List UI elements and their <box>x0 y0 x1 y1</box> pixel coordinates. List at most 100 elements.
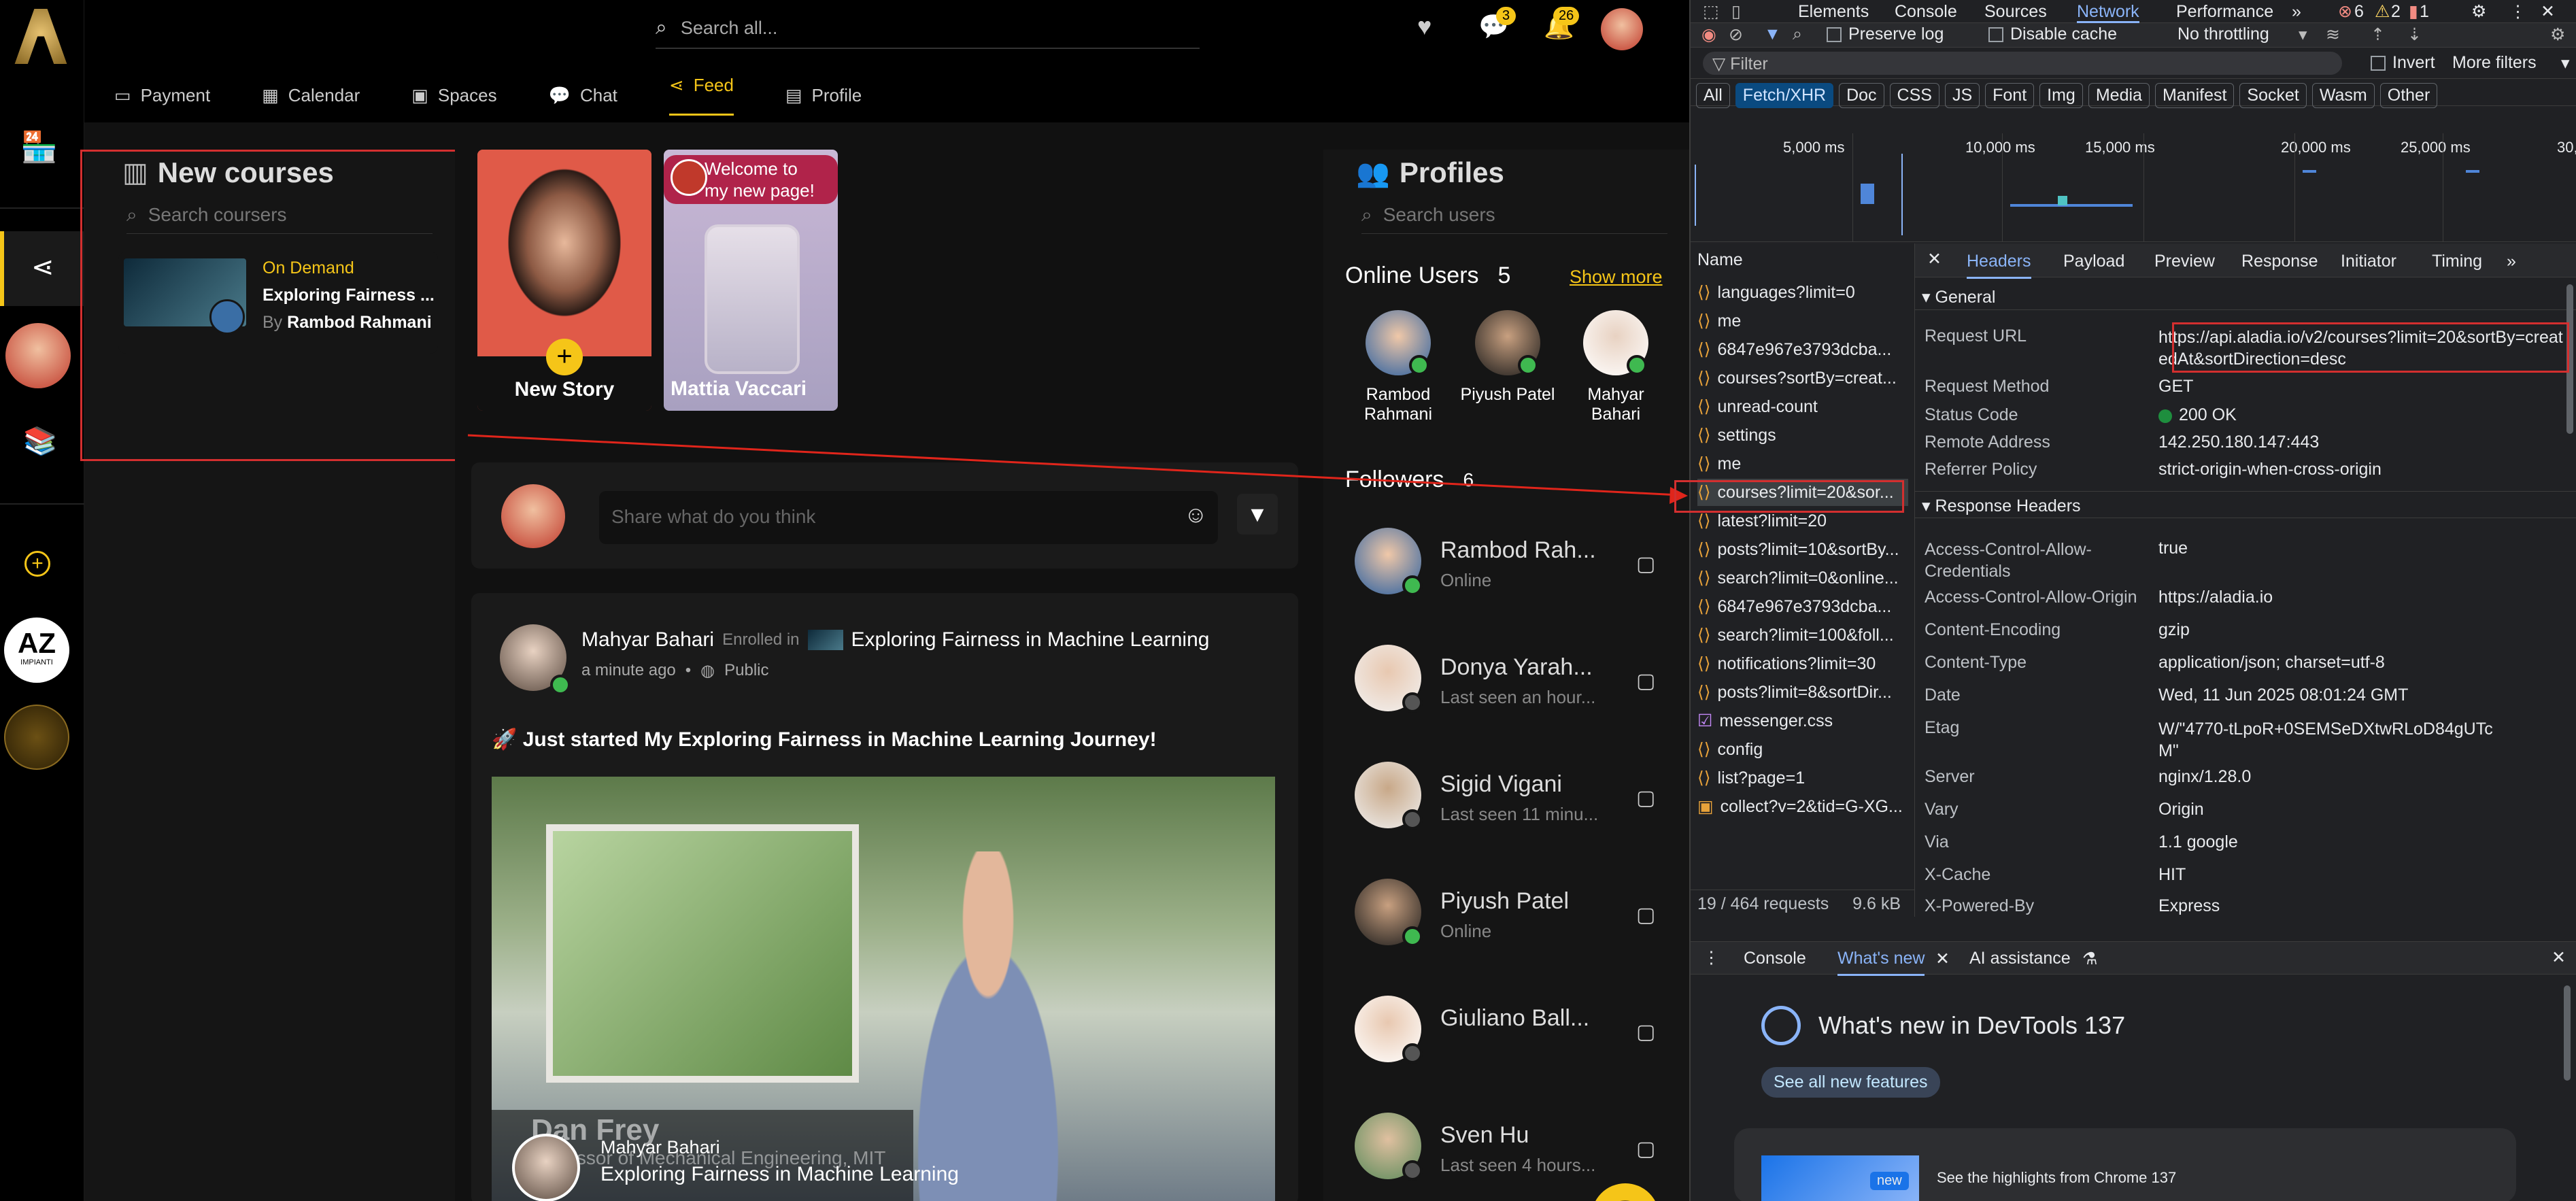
type-other[interactable]: Other <box>2379 83 2438 108</box>
image-icon: ▣ <box>1697 797 1714 816</box>
info-icon[interactable]: ▮ <box>2409 0 2418 23</box>
warning-count: 2 <box>2391 2 2401 21</box>
request-row[interactable]: ⟨⟩ languages?limit=0 <box>1697 279 1908 306</box>
request-row[interactable]: ⟨⟩ posts?limit=8&sortDir... <box>1697 679 1908 706</box>
close-detail-icon[interactable]: ✕ <box>1927 249 1942 269</box>
detail-tab-preview[interactable]: Preview <box>2154 252 2215 271</box>
network-settings-icon[interactable]: ⚙ <box>2550 24 2565 45</box>
more-tabs-icon[interactable]: » <box>2292 0 2301 23</box>
request-row[interactable]: ⟨⟩ search?limit=0&online... <box>1697 564 1908 592</box>
request-row[interactable]: ⟨⟩ me <box>1697 307 1908 335</box>
type-all[interactable]: All <box>1696 83 1730 108</box>
request-row[interactable]: ⟨⟩ settings <box>1697 422 1908 449</box>
drawer-scrollbar[interactable] <box>2564 985 2571 1081</box>
clear-icon[interactable]: ⊘ <box>1729 24 1743 45</box>
filter-input[interactable]: ▽ Filter <box>1703 52 2342 75</box>
settings-gear-icon[interactable]: ⚙ <box>2471 0 2486 23</box>
detail-tab-timing[interactable]: Timing <box>2432 252 2482 271</box>
drawer-menu-icon[interactable]: ⋮ <box>1703 947 1720 968</box>
type-socket[interactable]: Socket <box>2239 83 2307 108</box>
export-icon[interactable]: ⇣ <box>2407 24 2422 45</box>
wifi-icon[interactable]: ≋ <box>2326 24 2340 45</box>
type-media[interactable]: Media <box>2088 83 2150 108</box>
inspect-icon[interactable]: ⬚ <box>1703 1 1719 22</box>
request-name: messenger.css <box>1719 711 1833 730</box>
response-headers-section-header[interactable]: ▾ Response Headers <box>1915 491 2576 518</box>
request-name: me <box>1717 311 1742 331</box>
type-fetch-xhr[interactable]: Fetch/XHR <box>1735 83 1834 108</box>
type-wasm[interactable]: Wasm <box>2311 83 2375 108</box>
type-doc[interactable]: Doc <box>1839 83 1884 108</box>
whats-new-title: What's new in DevTools 137 <box>1818 1011 2126 1039</box>
request-row[interactable]: ⟨⟩ list?page=1 <box>1697 764 1908 792</box>
request-row[interactable]: ☑ messenger.css <box>1697 707 1908 734</box>
detail-tabbar: ✕ Headers Payload Preview Response Initi… <box>1915 243 2576 279</box>
status-dot-icon <box>2158 409 2172 423</box>
detail-tab-payload[interactable]: Payload <box>2063 252 2124 271</box>
more-tabs-icon[interactable]: » <box>2507 252 2516 271</box>
request-row[interactable]: ⟨⟩ unread-count <box>1697 393 1908 420</box>
requests-count: 19 / 464 requests <box>1697 894 1829 913</box>
disable-cache-checkbox[interactable] <box>1988 27 2003 42</box>
type-js[interactable]: JS <box>1944 83 1980 108</box>
devtools-tab-performance[interactable]: Performance <box>2176 0 2273 23</box>
invert-checkbox[interactable] <box>2371 56 2386 71</box>
header-value: HIT <box>2158 865 2186 884</box>
see-all-features-button[interactable]: See all new features <box>1761 1067 1940 1098</box>
preserve-log-checkbox[interactable] <box>1827 27 1842 42</box>
request-row[interactable]: ⟨⟩ notifications?limit=30 <box>1697 650 1908 677</box>
request-row[interactable]: ⟨⟩ me <box>1697 450 1908 477</box>
type-font[interactable]: Font <box>1985 83 2035 108</box>
header-name: Etag <box>1925 718 1960 737</box>
drawer-tab-ai-assistance[interactable]: AI assistance <box>1969 949 2071 968</box>
timeline-gridline <box>1852 133 1853 242</box>
error-icon[interactable]: ⊗ <box>2338 0 2352 23</box>
drawer-tab-console[interactable]: Console <box>1744 949 1806 968</box>
request-name: settings <box>1717 426 1776 445</box>
record-icon[interactable]: ◉ <box>1701 24 1716 45</box>
close-devtools-icon[interactable]: ✕ <box>2541 0 2555 23</box>
header-value: W/"4770-tLpoR+0SEMSeDXtwRLoD84gUTcM" <box>2158 720 2493 760</box>
timeline-bar <box>2303 170 2316 173</box>
header-name: Vary <box>1925 800 1959 819</box>
filter-icon[interactable]: ▼ <box>1764 24 1781 44</box>
devtools-tab-console[interactable]: Console <box>1895 0 1957 23</box>
general-section-header[interactable]: ▾ General <box>1915 283 2576 310</box>
type-manifest[interactable]: Manifest <box>2154 83 2235 108</box>
request-row[interactable]: ▣ collect?v=2&tid=G-XG... <box>1697 793 1908 820</box>
warning-icon[interactable]: ⚠ <box>2375 0 2390 23</box>
request-name: me <box>1717 454 1742 473</box>
type-img[interactable]: Img <box>2039 83 2083 108</box>
type-css[interactable]: CSS <box>1889 83 1939 108</box>
request-name: posts?limit=8&sortDir... <box>1717 683 1892 702</box>
chevron-down-icon[interactable]: ▾ <box>2299 24 2307 45</box>
detail-tab-initiator[interactable]: Initiator <box>2341 252 2396 271</box>
detail-tab-headers[interactable]: Headers <box>1967 252 2031 279</box>
search-icon[interactable]: ⌕ <box>1793 24 1802 44</box>
request-row[interactable]: ⟨⟩ search?limit=100&foll... <box>1697 622 1908 649</box>
more-filters-dropdown[interactable]: More filters <box>2452 53 2537 73</box>
devtools-tab-elements[interactable]: Elements <box>1798 0 1869 23</box>
kebab-menu-icon[interactable]: ⋮ <box>2509 0 2526 23</box>
request-name: search?limit=100&foll... <box>1717 626 1894 645</box>
highlights-card[interactable]: new See the highlights from Chrome 137 <box>1734 1128 2516 1201</box>
request-row[interactable]: ⟨⟩ 6847e967e3793dcba... <box>1697 336 1908 363</box>
xhr-icon: ⟨⟩ <box>1697 626 1711 645</box>
device-toolbar-icon[interactable]: ▯ <box>1731 1 1741 22</box>
request-row[interactable]: ⟨⟩ 6847e967e3793dcba... <box>1697 593 1908 620</box>
detail-tab-response[interactable]: Response <box>2241 252 2318 271</box>
request-row[interactable]: ⟨⟩ posts?limit=10&sortBy... <box>1697 536 1908 563</box>
close-drawer-icon[interactable]: ✕ <box>2552 947 2566 968</box>
chevron-down-icon[interactable]: ▾ <box>2561 53 2570 73</box>
request-row[interactable]: ⟨⟩ config <box>1697 736 1908 763</box>
drawer-tab-whats-new[interactable]: What's new <box>1837 949 1925 976</box>
devtools-tab-sources[interactable]: Sources <box>1984 0 2047 23</box>
devtools-tab-network[interactable]: Network <box>2077 0 2139 23</box>
error-count: 6 <box>2354 2 2364 21</box>
close-tab-icon[interactable]: ✕ <box>1935 949 1950 969</box>
import-icon[interactable]: ⇡ <box>2371 24 2385 45</box>
throttling-select[interactable]: No throttling <box>2177 24 2269 44</box>
request-row[interactable]: ⟨⟩ courses?sortBy=creat... <box>1697 365 1908 392</box>
filter-placeholder: Filter <box>1730 54 1768 73</box>
name-column-header[interactable]: Name <box>1697 250 1743 270</box>
